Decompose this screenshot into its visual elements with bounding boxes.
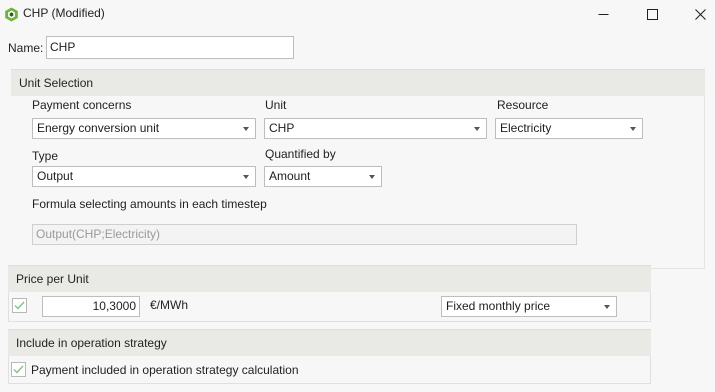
price-mode-value: Fixed monthly price <box>446 299 551 313</box>
payment-concerns-label: Payment concerns <box>32 98 132 112</box>
chevron-down-icon <box>369 174 375 179</box>
payment-concerns-value: Energy conversion unit <box>37 121 160 135</box>
price-enabled-checkbox[interactable] <box>12 298 27 313</box>
unit-dropdown[interactable]: CHP <box>264 118 487 139</box>
chevron-down-icon <box>630 126 636 131</box>
minimize-button[interactable] <box>580 0 626 28</box>
strategy-checkbox[interactable] <box>11 362 26 377</box>
price-value-input[interactable]: 10,3000 <box>42 296 140 317</box>
checkmark-icon <box>14 301 25 310</box>
formula-label: Formula selecting amounts in each timest… <box>32 197 267 211</box>
formula-field[interactable]: Output(CHP;Electricity) <box>32 224 577 245</box>
type-label: Type <box>32 149 59 163</box>
strategy-checkbox-label[interactable]: Payment included in operation strategy c… <box>31 363 299 377</box>
payment-concerns-dropdown[interactable]: Energy conversion unit <box>32 118 256 139</box>
quantified-by-label: Quantified by <box>265 147 336 161</box>
quantified-by-dropdown[interactable]: Amount <box>264 166 382 187</box>
unit-selection-header: Unit Selection <box>11 69 705 96</box>
price-per-unit-header: Price per Unit <box>8 265 651 292</box>
type-value: Output <box>37 169 74 183</box>
minimize-icon <box>598 13 608 15</box>
checkmark-icon <box>13 365 24 374</box>
close-button[interactable] <box>677 0 715 28</box>
unit-label: Unit <box>265 98 287 112</box>
chevron-down-icon <box>243 174 249 179</box>
window-title: CHP (Modified) <box>23 6 105 20</box>
resource-dropdown[interactable]: Electricity <box>495 118 643 139</box>
unit-value: CHP <box>269 121 295 135</box>
type-dropdown[interactable]: Output <box>32 166 256 187</box>
price-mode-dropdown[interactable]: Fixed monthly price <box>441 296 617 317</box>
resource-value: Electricity <box>500 121 552 135</box>
app-logo-icon <box>4 7 19 22</box>
chevron-down-icon <box>474 126 480 131</box>
maximize-button[interactable] <box>629 0 675 28</box>
chevron-down-icon <box>243 126 249 131</box>
price-unit-label: €/MWh <box>150 298 189 312</box>
close-icon <box>694 8 706 20</box>
operation-strategy-header: Include in operation strategy <box>8 329 651 356</box>
resource-label: Resource <box>497 98 549 112</box>
maximize-icon <box>646 8 658 20</box>
quantified-by-value: Amount <box>269 169 311 183</box>
name-label: Name: <box>8 41 44 55</box>
chevron-down-icon <box>604 304 610 309</box>
name-input[interactable]: CHP <box>46 36 294 59</box>
